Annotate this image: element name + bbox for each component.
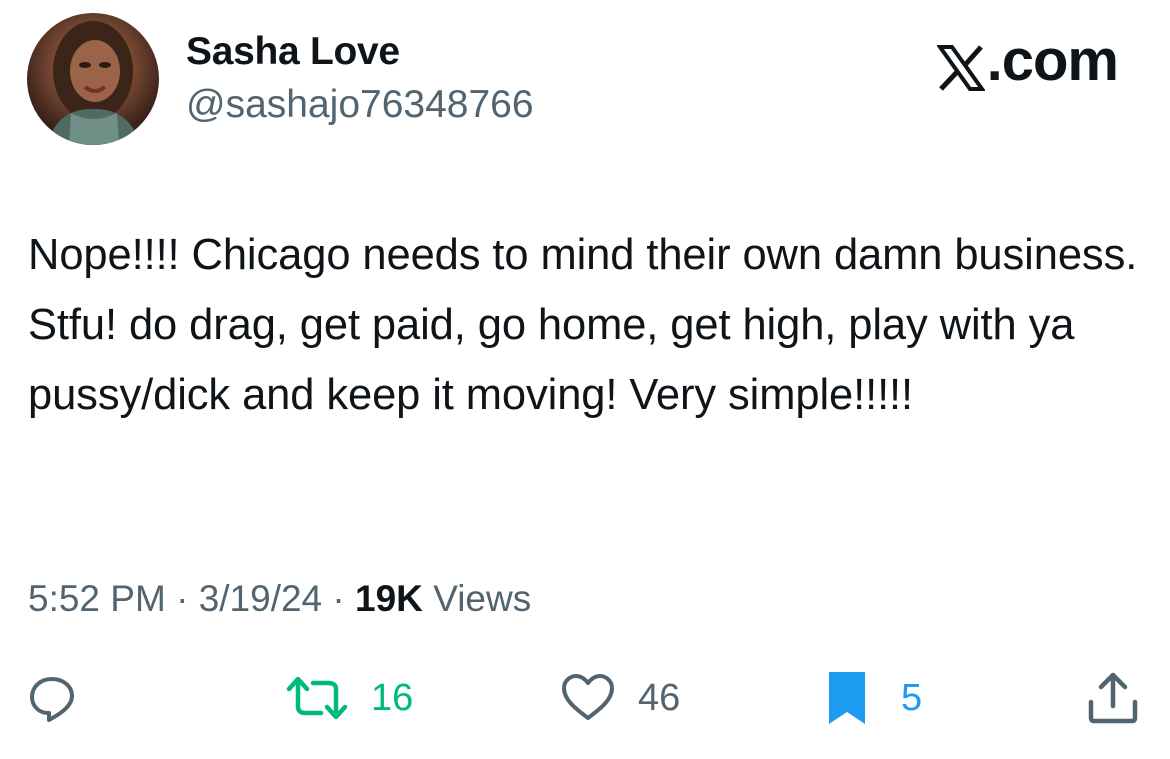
views-label: Views [433, 578, 532, 619]
reply-icon [30, 677, 74, 722]
views-count: 19K [355, 578, 423, 619]
x-logo-icon [935, 39, 986, 91]
tweet-actions: 16 46 5 [0, 668, 1170, 728]
user-handle[interactable]: @sashajo76348766 [186, 83, 534, 127]
tweet-text: Nope!!!! Chicago needs to mind their own… [28, 231, 1138, 419]
bookmark-icon [829, 672, 865, 724]
bookmark-button[interactable]: 5 [827, 668, 922, 728]
tweet-time[interactable]: 5:52 PM [28, 578, 166, 619]
like-button[interactable]: 46 [560, 668, 680, 728]
heart-icon [562, 674, 614, 720]
share-button[interactable] [1085, 668, 1141, 728]
repost-count: 16 [371, 676, 414, 719]
meta-separator: · [176, 578, 189, 619]
share-icon [1088, 672, 1138, 724]
meta-separator: · [332, 578, 345, 619]
repost-button[interactable]: 16 [285, 668, 413, 728]
brand-domain: .com [986, 28, 1119, 93]
display-name[interactable]: Sasha Love [186, 30, 400, 74]
bookmark-count: 5 [901, 676, 923, 719]
avatar[interactable] [27, 13, 159, 145]
brand-logo: .com [935, 27, 1119, 94]
tweet-meta: 5:52 PM · 3/19/24 · 19K Views [28, 578, 531, 620]
reply-button[interactable] [27, 668, 77, 728]
repost-icon [286, 676, 348, 720]
avatar-image [47, 21, 141, 145]
tweet-date[interactable]: 3/19/24 [199, 578, 322, 619]
like-count: 46 [638, 676, 681, 719]
